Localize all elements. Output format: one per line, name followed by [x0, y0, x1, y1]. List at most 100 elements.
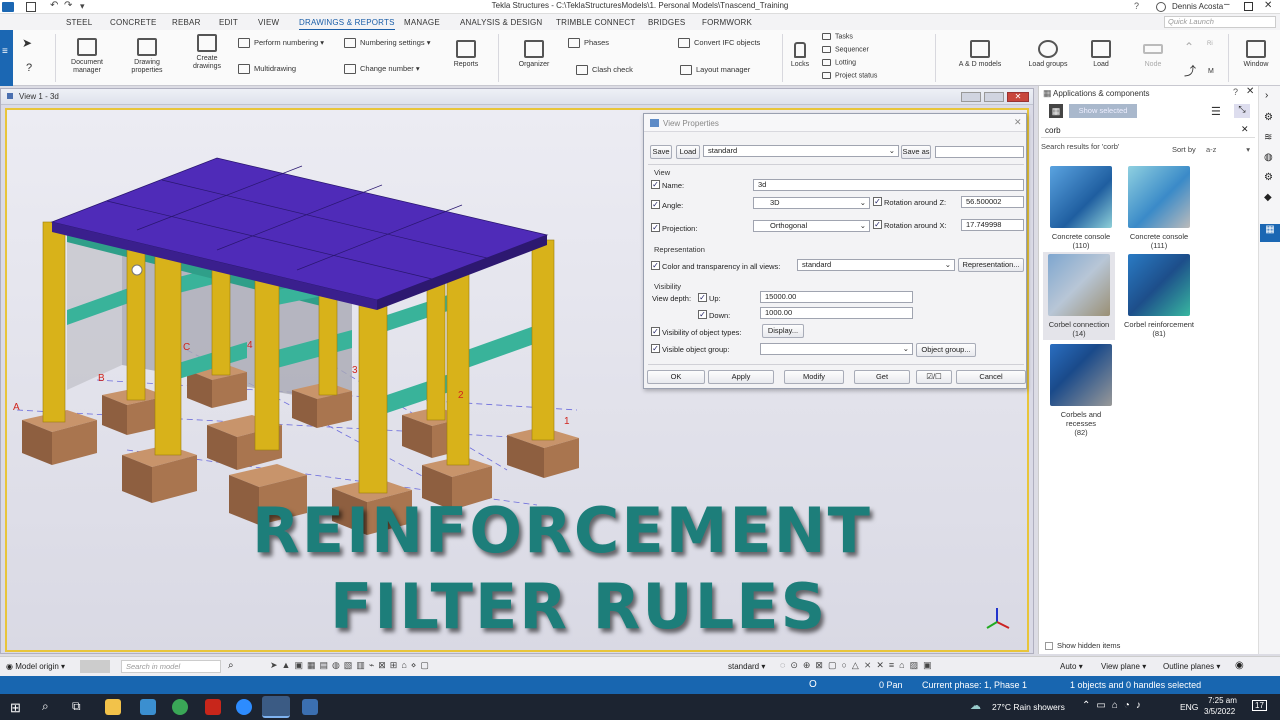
component-tile-corbel-reinforcement[interactable]: Corbel reinforcement (81) [1123, 254, 1195, 338]
menu-icon[interactable]: ≡ [2, 46, 8, 57]
preset-select[interactable]: standard ⌄ [703, 145, 899, 157]
angle-checkbox[interactable]: ✓ [651, 200, 660, 209]
perform-numbering-button[interactable]: Perform numbering ▾ [238, 38, 324, 49]
selection-handle-icon[interactable] [131, 264, 143, 276]
load-button[interactable]: Load [1084, 40, 1118, 69]
representation-button[interactable]: Representation... [958, 258, 1024, 272]
component-tile-concrete-console-110[interactable]: Concrete console (110) [1045, 166, 1117, 250]
notification-badge[interactable]: 17 [1252, 700, 1267, 711]
name-field[interactable]: 3d [753, 179, 1024, 191]
edge-icon[interactable] [140, 699, 156, 715]
layout-manager-button[interactable]: Layout manager [680, 65, 750, 76]
pdf-reader-icon[interactable] [205, 699, 221, 715]
component-tile-corbels-recesses[interactable]: Corbels and recesses (82) [1045, 344, 1117, 437]
object-group-button[interactable]: Object group... [916, 343, 976, 357]
sequencer-button[interactable]: Sequencer [822, 46, 869, 53]
tab-concrete[interactable]: CONCRETE [110, 18, 157, 27]
up-checkbox[interactable]: ✓ [698, 293, 707, 302]
save-button[interactable]: Save [650, 145, 672, 159]
applications-icon[interactable]: ▦ [1260, 224, 1280, 242]
toggle-all-button[interactable]: ☑/☐ [916, 370, 952, 384]
origin-toggle[interactable] [80, 660, 110, 673]
view-minimize-button[interactable] [961, 92, 981, 102]
tray-icons[interactable]: ⌃▭⌂◔♪ [1082, 700, 1147, 711]
color-checkbox[interactable]: ✓ [651, 261, 660, 270]
load-button[interactable]: Load [676, 145, 700, 159]
eye-icon[interactable]: ◉ [1235, 660, 1244, 671]
panel-close-icon[interactable]: ✕ [1246, 86, 1254, 97]
outline-planes-select[interactable]: Outline planes ▾ [1163, 662, 1220, 671]
minimize-button[interactable]: – [1224, 0, 1230, 10]
tab-rebar[interactable]: REBAR [172, 18, 201, 27]
modify-button[interactable]: Modify [784, 370, 844, 384]
change-number-button[interactable]: Change number ▾ [344, 64, 420, 75]
user-name[interactable]: Dennis Acosta [1172, 2, 1223, 11]
node-button[interactable]: Node [1136, 40, 1170, 69]
expand-panel-icon[interactable]: › [1265, 90, 1268, 101]
angle-select[interactable]: 3D ⌄ [753, 197, 870, 209]
standard-select[interactable]: standard ▾ [728, 662, 765, 671]
dialog-close-button[interactable]: ✕ [1014, 117, 1022, 128]
organizer-button[interactable]: Organizer [512, 40, 556, 69]
model-origin-select[interactable]: ◉ Model origin ▾ [6, 662, 65, 671]
clock-time[interactable]: 7:25 am [1208, 696, 1237, 705]
side-menu-strip[interactable]: ≡ [0, 30, 13, 86]
color-select[interactable]: standard ⌄ [797, 259, 955, 271]
create-drawings-button[interactable]: Create drawings [182, 34, 232, 71]
tab-trimble-connect[interactable]: TRIMBLE CONNECT [556, 18, 635, 27]
chrome-icon[interactable] [172, 699, 188, 715]
sort-select[interactable]: a-z ▾ [1203, 144, 1253, 156]
component-tile-corbel-connection[interactable]: Corbel connection (14) [1043, 252, 1115, 340]
numbering-settings-button[interactable]: Numbering settings ▾ [344, 38, 430, 49]
property-icon[interactable]: ⚙ [1264, 112, 1273, 123]
customize-icon[interactable]: ▾ [80, 1, 85, 12]
taskbar-search-icon[interactable]: ⌕ [42, 699, 49, 714]
tab-bridges[interactable]: BRIDGES [648, 18, 685, 27]
tasks-button[interactable]: Tasks [822, 33, 853, 40]
quick-launch-input[interactable]: Quick Launch [1164, 16, 1276, 28]
save-icon[interactable] [26, 2, 36, 12]
show-hidden-checkbox[interactable] [1045, 642, 1053, 650]
view-close-button[interactable]: ✕ [1007, 92, 1029, 102]
cube-icon[interactable]: ◆ [1264, 192, 1272, 203]
tab-view[interactable]: VIEW [258, 18, 279, 27]
ad-models-button[interactable]: A & D models [954, 40, 1006, 69]
projection-checkbox[interactable]: ✓ [651, 223, 660, 232]
down-field[interactable]: 1000.00 [760, 307, 913, 319]
locks-button[interactable]: Locks [786, 42, 814, 69]
help-icon[interactable]: ? [1134, 1, 1139, 11]
object-group-checkbox[interactable]: ✓ [651, 344, 660, 353]
status-phase[interactable]: Current phase: 1, Phase 1 [922, 680, 1027, 690]
ok-button[interactable]: OK [647, 370, 705, 384]
projection-select[interactable]: Orthogonal ⌄ [753, 220, 870, 232]
get-button[interactable]: Get [854, 370, 910, 384]
weather-text[interactable]: 27°C Rain showers [992, 702, 1065, 712]
tab-formwork[interactable]: FORMWORK [702, 18, 752, 27]
language-indicator[interactable]: ENG [1180, 702, 1198, 712]
search-icon[interactable]: ⌕ [228, 660, 234, 671]
settings-icon[interactable]: ⚙ [1264, 172, 1273, 183]
auto-select[interactable]: Auto ▾ [1060, 662, 1083, 671]
clock-date[interactable]: 3/5/2022 [1204, 707, 1235, 716]
load-groups-button[interactable]: Load groups [1022, 40, 1074, 69]
view-maximize-button[interactable] [984, 92, 1004, 102]
zoom-icon[interactable] [236, 699, 252, 715]
object-group-select[interactable]: ⌄ [760, 343, 913, 355]
snap-switches[interactable]: ◌⊙⊕⊠▢○△⨯✕≡⌂▨▣ [780, 660, 937, 671]
save-as-button[interactable]: Save as [901, 145, 931, 159]
close-button[interactable]: ✕ [1264, 0, 1272, 11]
search-input[interactable]: corb [1041, 124, 1255, 138]
lotting-button[interactable]: Lotting [822, 59, 856, 66]
windows-start-icon[interactable]: ⊞ [10, 700, 21, 716]
panel-help-icon[interactable]: ? [1233, 87, 1238, 97]
rotation-x-checkbox[interactable]: ✓ [873, 220, 882, 229]
query-icon[interactable]: ? [26, 62, 32, 74]
cancel-button[interactable]: Cancel [956, 370, 1026, 384]
up-field[interactable]: 15000.00 [760, 291, 913, 303]
search-in-model-input[interactable]: Search in model [121, 660, 221, 673]
window-button[interactable]: Window [1236, 40, 1276, 69]
multidrawing-button[interactable]: Multidrawing [238, 64, 296, 75]
reports-button[interactable]: Reports [446, 40, 486, 69]
list-menu-icon[interactable]: ☰ [1211, 105, 1221, 118]
layers-icon[interactable]: ≋ [1264, 132, 1272, 143]
